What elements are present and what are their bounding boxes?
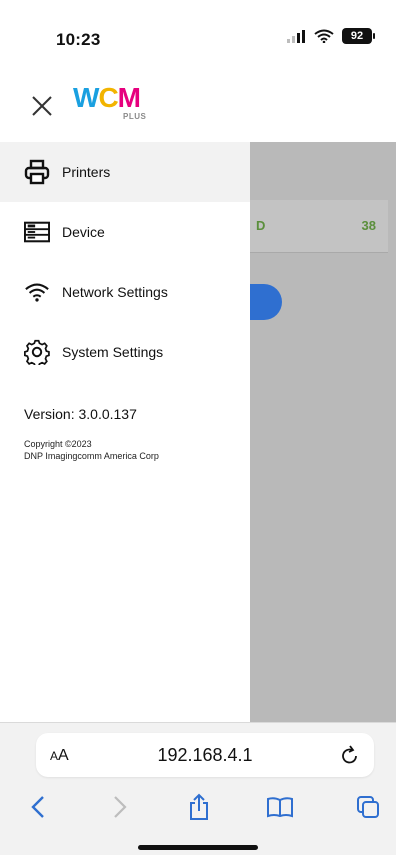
navigation-drawer: Printers Device Network Settings System … xyxy=(0,142,250,722)
signal-icon xyxy=(287,30,305,43)
book-icon xyxy=(267,797,293,818)
menu-item-label: Printers xyxy=(62,164,111,180)
tabs-button[interactable] xyxy=(354,793,382,821)
logo-letter-m: M xyxy=(117,82,141,113)
logo-letter-c: C xyxy=(98,82,118,113)
menu-item-label: Device xyxy=(62,224,105,240)
background-card-count: 38 xyxy=(361,218,376,233)
bookmarks-button[interactable] xyxy=(266,793,294,821)
wifi-status-icon xyxy=(314,29,334,43)
background-card-status: D xyxy=(256,218,266,233)
app-header: WCM PLUS xyxy=(0,78,396,143)
device-icon xyxy=(24,219,50,245)
status-time: 10:23 xyxy=(56,30,101,49)
close-icon xyxy=(32,96,52,116)
printer-icon xyxy=(24,159,50,185)
wcm-plus-logo: WCM PLUS xyxy=(73,82,153,122)
menu-item-label: System Settings xyxy=(62,344,164,360)
company-name: DNP Imagingcomm America Corp xyxy=(24,451,159,461)
copyright-line: Copyright ©2023 xyxy=(24,439,92,449)
tabs-icon xyxy=(357,796,379,818)
menu-item-network-settings[interactable]: Network Settings xyxy=(0,262,250,322)
menu-item-system-settings[interactable]: System Settings xyxy=(0,322,250,382)
background-card: D 38 xyxy=(250,200,388,253)
share-icon xyxy=(190,793,208,820)
home-indicator xyxy=(138,845,258,850)
gear-icon xyxy=(24,339,50,365)
back-button[interactable] xyxy=(24,793,52,821)
menu-item-label: Network Settings xyxy=(62,284,168,300)
copyright-text: Copyright ©2023 DNP Imagingcomm America … xyxy=(24,438,159,462)
logo-letter-w: W xyxy=(73,82,99,113)
close-drawer-button[interactable] xyxy=(24,88,60,124)
menu-item-device[interactable]: Device xyxy=(0,202,250,262)
battery-indicator: 92 xyxy=(342,28,375,44)
chevron-right-icon xyxy=(114,796,127,818)
status-bar: 10:23 92 xyxy=(0,0,396,78)
app-version: Version: 3.0.0.137 xyxy=(24,406,137,422)
forward-button[interactable] xyxy=(106,793,134,821)
logo-plus: PLUS xyxy=(123,112,147,121)
address-bar[interactable]: AA 192.168.4.1 xyxy=(36,733,374,777)
url-text: 192.168.4.1 xyxy=(157,745,253,765)
menu-item-printers[interactable]: Printers xyxy=(0,142,250,202)
reload-button[interactable] xyxy=(340,744,360,766)
share-button[interactable] xyxy=(185,793,213,821)
reload-icon xyxy=(342,745,357,764)
status-icons: 92 xyxy=(286,28,375,44)
browser-nav-row xyxy=(0,787,396,827)
wifi-icon xyxy=(24,279,50,305)
browser-toolbar: AA 192.168.4.1 xyxy=(0,722,396,855)
chevron-left-icon xyxy=(31,796,44,818)
